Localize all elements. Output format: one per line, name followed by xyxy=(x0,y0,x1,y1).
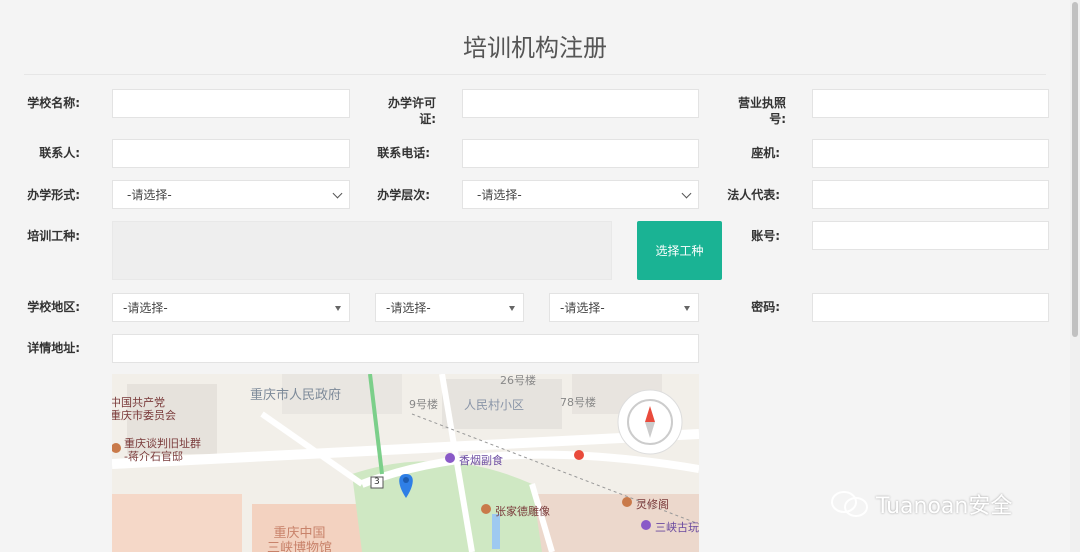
password-input[interactable] xyxy=(812,293,1049,322)
business-license-label: 营业执照 号: xyxy=(737,96,786,126)
phone-label: 联系电话: xyxy=(377,146,430,160)
school-form-select[interactable]: -请选择- xyxy=(112,180,350,209)
province-value: -请选择- xyxy=(123,301,168,315)
school-level-label: 办学层次: xyxy=(377,188,430,202)
region-label: 学校地区: xyxy=(27,300,80,314)
wechat-icon xyxy=(831,491,868,517)
map-label-sanxia: 三峡古玩 xyxy=(655,521,699,534)
watermark-text: Tuanoan安全 xyxy=(876,494,1013,519)
dropdown-arrow-icon xyxy=(335,306,341,311)
legal-rep-label: 法人代表: xyxy=(727,188,780,202)
license-label: 办学许可 证: xyxy=(387,96,436,126)
city-select[interactable]: -请选择- xyxy=(375,293,524,322)
business-license-input[interactable] xyxy=(812,89,1049,118)
map-label-shop: 香烟副食 xyxy=(459,454,503,467)
school-level-value: -请选择- xyxy=(477,188,522,202)
chevron-down-icon xyxy=(332,188,343,199)
dropdown-arrow-icon xyxy=(684,306,690,311)
landline-input[interactable] xyxy=(812,139,1049,168)
map-label-b78: 78号楼 xyxy=(560,396,596,409)
province-select[interactable]: -请选择- xyxy=(112,293,350,322)
training-type-label: 培训工种: xyxy=(27,229,80,243)
school-level-select[interactable]: -请选择- xyxy=(462,180,699,209)
address-input[interactable] xyxy=(112,334,699,363)
district-select[interactable]: -请选择- xyxy=(549,293,699,322)
contact-input[interactable] xyxy=(112,139,350,168)
phone-input[interactable] xyxy=(462,139,699,168)
account-input[interactable] xyxy=(812,221,1049,250)
password-label: 密码: xyxy=(751,300,780,314)
school-name-input[interactable] xyxy=(112,89,350,118)
map-label-ling: 灵修阁 xyxy=(636,498,669,511)
school-form-value: -请选择- xyxy=(127,188,172,202)
select-training-type-button[interactable]: 选择工种 xyxy=(637,221,722,280)
account-label: 账号: xyxy=(751,229,780,243)
chevron-down-icon xyxy=(681,188,692,199)
map-label-site: 重庆谈判旧址群 -蒋介石官邸 xyxy=(124,437,201,463)
contact-label: 联系人: xyxy=(39,146,80,160)
watermark: Tuanoan安全 xyxy=(830,488,1012,520)
training-type-display xyxy=(112,221,612,280)
page-title: 培训机构注册 xyxy=(463,34,607,62)
map-label-statue: 张家德雕像 xyxy=(495,505,550,518)
map-label-village: 人民村小区 xyxy=(464,398,525,412)
location-map[interactable]: 重庆市人民政府 26号楼 9号楼 人民村小区 78号楼 中国共产党 重庆市委员会… xyxy=(112,374,699,552)
school-form-label: 办学形式: xyxy=(27,188,80,202)
scrollbar-thumb[interactable] xyxy=(1072,2,1078,337)
district-value: -请选择- xyxy=(560,301,605,315)
map-route-number: 3 xyxy=(374,477,380,487)
map-label-b9: 9号楼 xyxy=(409,398,438,411)
dropdown-arrow-icon xyxy=(509,306,515,311)
map-label-cpc: 中国共产党 重庆市委员会 xyxy=(112,396,176,422)
vertical-scrollbar[interactable] xyxy=(1070,0,1080,552)
address-label: 详情地址: xyxy=(27,341,80,355)
map-label-b26: 26号楼 xyxy=(500,374,536,387)
city-value: -请选择- xyxy=(386,301,431,315)
divider xyxy=(24,74,1046,75)
landline-label: 座机: xyxy=(751,146,780,160)
registration-page: 培训机构注册 学校名称: 办学许可 证: 营业执照 号: 联系人: 联系电话: … xyxy=(0,0,1070,552)
map-label-museum: 重庆中国 三峡博物馆 xyxy=(267,526,333,552)
license-input[interactable] xyxy=(462,89,699,118)
map-label-gov: 重庆市人民政府 xyxy=(250,388,342,403)
legal-rep-input[interactable] xyxy=(812,180,1049,209)
school-name-label: 学校名称: xyxy=(27,96,80,110)
